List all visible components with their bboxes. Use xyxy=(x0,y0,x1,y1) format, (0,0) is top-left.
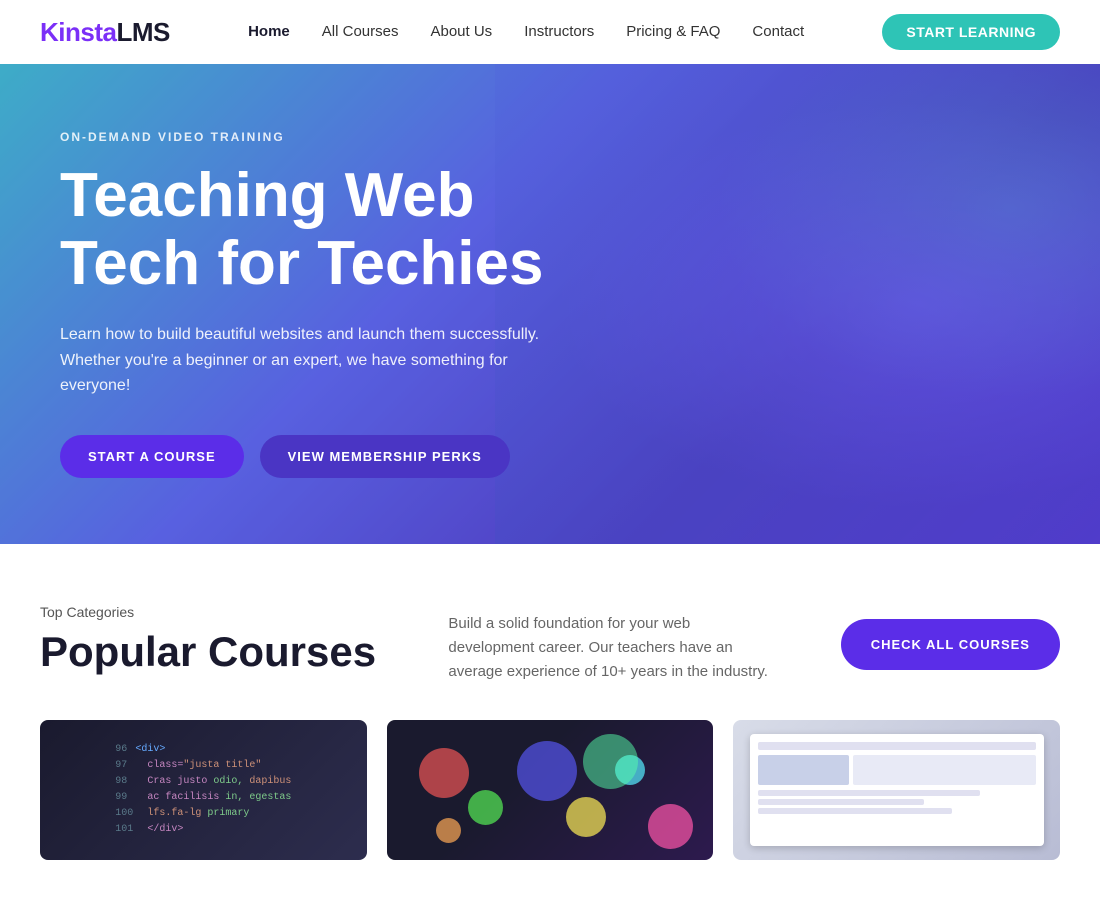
bokeh-1 xyxy=(419,748,469,798)
start-course-button[interactable]: START A COURSE xyxy=(60,435,244,478)
bokeh-2 xyxy=(468,790,503,825)
courses-description: Build a solid foundation for your web de… xyxy=(448,604,768,684)
top-categories-label: Top Categories xyxy=(40,604,376,620)
hero-title-line2: Tech for Techies xyxy=(60,229,544,298)
nav-all-courses[interactable]: All Courses xyxy=(322,23,399,40)
course-card-bokeh[interactable] xyxy=(387,720,714,860)
courses-header-left: Top Categories Popular Courses xyxy=(40,604,376,676)
bokeh-8 xyxy=(583,734,638,789)
bokeh-container xyxy=(387,720,714,860)
courses-header: Top Categories Popular Courses Build a s… xyxy=(40,604,1060,684)
bokeh-6 xyxy=(648,804,693,849)
bokeh-3 xyxy=(517,741,577,801)
hero-subtitle: Learn how to build beautiful websites an… xyxy=(60,322,560,399)
popular-courses-title: Popular Courses xyxy=(40,628,376,676)
hero-buttons: START A COURSE VIEW MEMBERSHIP PERKS xyxy=(60,435,560,478)
view-membership-button[interactable]: VIEW MEMBERSHIP PERKS xyxy=(260,435,510,478)
start-learning-button[interactable]: START LEARNING xyxy=(882,14,1060,50)
navbar: KinstaLMS Home All Courses About Us Inst… xyxy=(0,0,1100,64)
hero-title-line1: Teaching Web xyxy=(60,161,475,230)
hero-title: Teaching Web Tech for Techies xyxy=(60,162,560,298)
bokeh-4 xyxy=(566,797,606,837)
nav-about-us[interactable]: About Us xyxy=(430,23,492,40)
hero-section: ON-DEMAND VIDEO TRAINING Teaching Web Te… xyxy=(0,64,1100,544)
bokeh-7 xyxy=(436,818,461,843)
courses-cards: 96<div> 97 class="justa title" 98 Cras j… xyxy=(40,720,1060,860)
logo-kinsta: Kinsta xyxy=(40,17,116,47)
code-preview: 96<div> 97 class="justa title" 98 Cras j… xyxy=(99,730,307,850)
courses-section: Top Categories Popular Courses Build a s… xyxy=(0,544,1100,900)
nav-links: Home All Courses About Us Instructors Pr… xyxy=(248,23,804,41)
nav-instructors[interactable]: Instructors xyxy=(524,23,594,40)
hero-eyebrow: ON-DEMAND VIDEO TRAINING xyxy=(60,130,560,144)
nav-home[interactable]: Home xyxy=(248,23,290,40)
nav-contact[interactable]: Contact xyxy=(752,23,804,40)
check-all-courses-button[interactable]: CHECK ALL COURSES xyxy=(841,619,1060,670)
logo-lms: LMS xyxy=(116,17,169,47)
logo[interactable]: KinstaLMS xyxy=(40,17,170,48)
course-card-web[interactable] xyxy=(733,720,1060,860)
hero-content: ON-DEMAND VIDEO TRAINING Teaching Web Te… xyxy=(0,70,620,538)
nav-pricing-faq[interactable]: Pricing & FAQ xyxy=(626,23,720,40)
course-card-code[interactable]: 96<div> 97 class="justa title" 98 Cras j… xyxy=(40,720,367,860)
